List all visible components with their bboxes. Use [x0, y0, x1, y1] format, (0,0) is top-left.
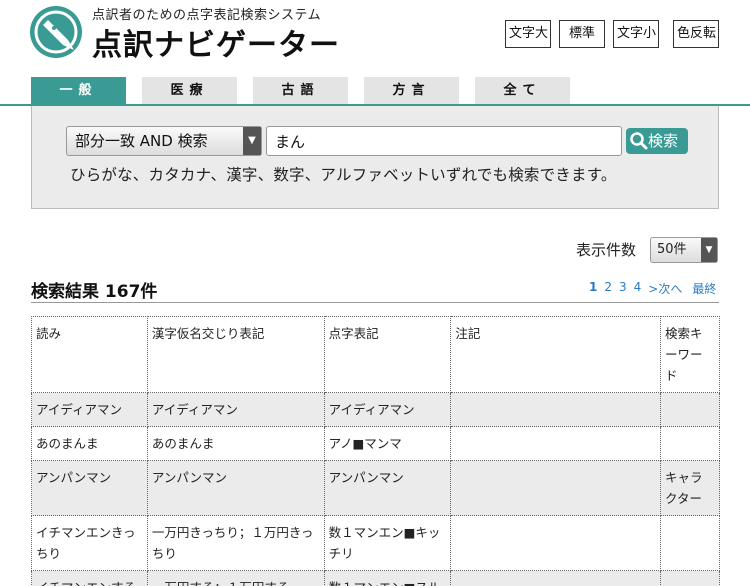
cell-braille: アノ■マンマ: [323, 426, 452, 461]
page-link-4[interactable]: 4: [634, 280, 642, 297]
page-link-1[interactable]: 1: [589, 280, 597, 297]
divider: [31, 302, 719, 303]
cell-reading: イチマンエンする: [31, 570, 148, 586]
cell-notes: [450, 570, 662, 586]
category-tabs: 一般 医療 古語 方言 全て: [31, 77, 586, 104]
cell-reading: アイディアマン: [31, 392, 148, 427]
per-page-label: 表示件数: [576, 241, 637, 259]
large-text-button[interactable]: 文字大: [505, 20, 551, 48]
per-page-select[interactable]: 50件 ▼: [650, 237, 718, 263]
cell-reading: イチマンエンきっちり: [31, 515, 148, 571]
search-input[interactable]: [266, 126, 622, 156]
per-page-value: 50件: [657, 242, 687, 257]
cell-kanji: アンパンマン: [146, 460, 325, 516]
table-row: アンパンマン アンパンマン アンパンマン キャラクター: [31, 460, 720, 516]
cell-braille: 数１マンエン■キッチリ: [323, 515, 452, 571]
table-row: あのまんま あのまんま アノ■マンマ: [31, 426, 720, 461]
cell-kanji: あのまんま: [146, 426, 325, 461]
column-header-reading: 読み: [31, 316, 148, 393]
table-row: アイディアマン アイディアマン アイディアマン: [31, 392, 720, 427]
cell-braille: 数１マンエン■スル: [323, 570, 452, 586]
cell-keywords: キャラクター: [660, 460, 720, 516]
app-title: 点訳ナビゲーター: [92, 28, 340, 63]
table-header-row: 読み 漢字仮名交じり表記 点字表記 注記 検索キーワード: [31, 316, 720, 393]
cell-keywords: [660, 426, 720, 461]
last-page-link[interactable]: 最終: [692, 280, 716, 297]
cell-reading: あのまんま: [31, 426, 148, 461]
search-hint: ひらがな、カタカナ、漢字、数字、アルファベットいずれでも検索できます。: [70, 166, 617, 184]
tab-medical[interactable]: 医療: [142, 77, 237, 104]
pen-nib-icon: [34, 10, 78, 54]
cell-notes: [450, 460, 662, 516]
column-header-keywords: 検索キーワード: [660, 316, 720, 393]
cell-kanji: 一万円する；１万円する: [146, 570, 325, 586]
cell-notes: [450, 426, 662, 461]
search-button-label: 検索: [648, 132, 679, 150]
cell-notes: [450, 515, 662, 571]
chevron-down-icon: ▼: [701, 238, 717, 262]
tab-general[interactable]: 一般: [31, 77, 126, 104]
next-page-link[interactable]: >次へ: [648, 280, 682, 297]
invert-color-button[interactable]: 色反転: [673, 20, 719, 48]
results-table: 読み 漢字仮名交じり表記 点字表記 注記 検索キーワード アイディアマン アイデ…: [31, 316, 720, 586]
cell-keywords: [660, 392, 720, 427]
search-mode-select[interactable]: 部分一致 AND 検索 ▼: [66, 126, 262, 156]
cell-keywords: [660, 515, 720, 571]
page-link-3[interactable]: 3: [619, 280, 627, 297]
cell-reading: アンパンマン: [31, 460, 148, 516]
column-header-notes: 注記: [450, 316, 662, 393]
table-row: イチマンエンする 一万円する；１万円する 数１マンエン■スル: [31, 570, 720, 586]
page-link-2[interactable]: 2: [604, 280, 612, 297]
text-size-controls: 文字大 標準 文字小 色反転: [505, 20, 719, 48]
cell-kanji: 一万円きっちり；１万円きっちり: [146, 515, 325, 571]
pagination: 1 2 3 4 >次へ 最終: [589, 280, 716, 297]
search-panel: 部分一致 AND 検索 ▼ 検索 ひらがな、カタカナ、漢字、数字、アルファベット…: [31, 106, 719, 209]
standard-text-button[interactable]: 標準: [559, 20, 605, 48]
table-row: イチマンエンきっちり 一万円きっちり；１万円きっちり 数１マンエン■キッチリ: [31, 515, 720, 571]
search-icon: [630, 132, 648, 150]
cell-keywords: [660, 570, 720, 586]
search-button[interactable]: 検索: [626, 128, 688, 154]
logo: [30, 6, 82, 58]
cell-kanji: アイディアマン: [146, 392, 325, 427]
column-header-kanji: 漢字仮名交じり表記: [146, 316, 325, 393]
tab-dialect[interactable]: 方言: [364, 77, 459, 104]
tab-classical[interactable]: 古語: [253, 77, 348, 104]
tab-all[interactable]: 全て: [475, 77, 570, 104]
chevron-down-icon: ▼: [243, 127, 261, 155]
results-count-heading: 検索結果 167件: [31, 282, 158, 302]
search-mode-value: 部分一致 AND 検索: [75, 132, 208, 150]
cell-braille: アイディアマン: [323, 392, 452, 427]
cell-braille: アンパンマン: [323, 460, 452, 516]
column-header-braille: 点字表記: [323, 316, 452, 393]
cell-notes: [450, 392, 662, 427]
small-text-button[interactable]: 文字小: [613, 20, 659, 48]
